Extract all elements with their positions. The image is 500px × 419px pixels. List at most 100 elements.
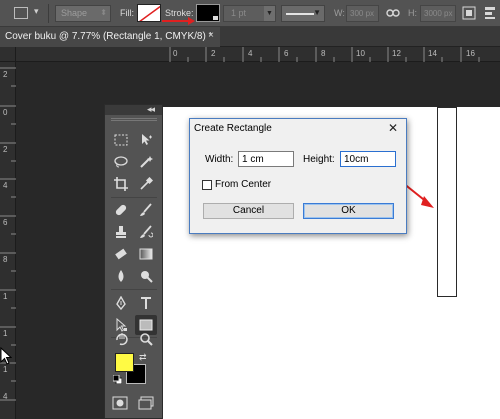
link-icon[interactable] [386,7,400,19]
document-tab[interactable]: Cover buku @ 7.77% (Rectangle 1, CMYK/8)… [0,27,220,47]
tool-preset-picker[interactable]: ▾ [14,6,44,22]
dodge-icon [141,271,153,283]
close-icon[interactable]: × [208,30,214,41]
ruler-origin[interactable] [0,47,16,62]
move-tool[interactable] [135,130,157,150]
lasso-tool[interactable] [110,152,132,172]
create-rectangle-dialog: Create Rectangle ✕ Width: 1 cm Height: 1… [189,118,407,234]
rectangle-tool-icon [14,7,28,19]
document-tab-title: Cover buku @ 7.77% (Rectangle 1, CMYK/8)… [5,31,213,42]
brush-icon [140,203,152,216]
eyedropper-icon [140,177,153,190]
divider [111,197,157,198]
history-brush-icon [140,225,153,238]
quick-mask-icon [112,396,128,410]
tools-panel-header[interactable]: ◂◂ [105,104,162,115]
path-operations-icon[interactable] [462,6,476,20]
healing-brush-tool[interactable] [110,200,132,220]
document-tab-bar: Cover buku @ 7.77% (Rectangle 1, CMYK/8)… [0,27,500,47]
rotate-view-icon [116,333,128,346]
chevron-down-icon: ▾ [34,6,39,16]
path-alignment-icon[interactable] [484,6,496,20]
no-fill-icon [139,5,160,21]
zoom-tool[interactable] [135,329,157,349]
dialog-title: Create Rectangle [194,123,272,134]
marquee-icon [114,134,128,146]
photoshop-window: ▾ Shape ⬍ Fill: Stroke: 1 pt ▼ ▼ W: 300 … [0,0,500,419]
zoom-icon [140,333,153,346]
width-label: Width: [205,154,234,165]
quick-mask-button[interactable] [109,393,131,413]
ok-button-label: OK [341,205,356,216]
from-center-label[interactable]: From Center [215,179,271,190]
quick-selection-tool[interactable] [135,152,157,172]
crop-icon [114,177,128,191]
stroke-swatch[interactable] [196,4,220,22]
gradient-tool[interactable] [135,244,157,264]
width-input[interactable]: 1 cm [238,151,294,167]
pen-icon [116,296,126,310]
vertical-ruler[interactable]: 2 0 2 4 6 8 1 1 1 4 [0,62,16,419]
horizontal-ruler[interactable]: 0 2 4 6 8 10 12 14 16 [16,47,500,62]
cancel-button-label: Cancel [232,205,265,216]
width-field[interactable]: 300 px [346,5,379,22]
stroke-label: Stroke: [165,8,194,18]
collapse-icon[interactable]: ◂◂ [147,104,155,115]
foreground-color-swatch[interactable] [115,353,134,372]
panel-grip[interactable] [111,118,157,121]
height-label: Height: [303,154,335,165]
screen-mode-icon [138,396,154,410]
cancel-button[interactable]: Cancel [203,203,294,219]
height-input-value: 10cm [344,154,369,165]
eyedropper-tool[interactable] [135,174,157,194]
chevron-down-icon: ▼ [313,8,321,17]
history-brush-tool[interactable] [135,222,157,242]
blur-tool[interactable] [110,266,132,286]
default-colors-icon[interactable] [113,375,122,384]
magic-wand-icon [140,156,153,168]
dodge-tool[interactable] [135,266,157,286]
eraser-icon [115,248,127,260]
swatch-menu-icon [213,16,218,20]
pen-tool[interactable] [110,293,132,313]
eraser-tool[interactable] [110,244,132,264]
ok-button[interactable]: OK [303,203,394,219]
screen-mode-button[interactable] [135,393,157,413]
brush-tool[interactable] [135,200,157,220]
swap-colors-icon[interactable]: ⇄ [139,352,147,363]
chevron-down-icon: ▼ [264,6,275,21]
divider [48,4,49,23]
updown-arrow-icon: ⬍ [100,8,107,17]
divider [111,289,157,290]
marquee-tool[interactable] [110,130,132,150]
width-label: W: [334,8,345,18]
drop-icon [118,270,124,282]
width-input-value: 1 cm [242,154,264,165]
close-icon[interactable]: ✕ [388,121,398,135]
lasso-icon [114,156,128,168]
bandage-icon [115,204,127,216]
options-bar: ▾ Shape ⬍ Fill: Stroke: 1 pt ▼ ▼ W: 300 … [0,0,500,27]
height-field[interactable]: 3000 px [420,5,456,22]
stamp-icon [116,226,126,238]
ruler-ticks [169,47,480,62]
rectangle-shape[interactable] [437,107,457,297]
type-tool[interactable] [135,293,157,313]
height-value: 3000 px [424,9,453,18]
fill-label: Fill: [120,8,134,18]
from-center-checkbox[interactable] [202,180,212,190]
stroke-width-field[interactable]: 1 pt ▼ [223,5,276,22]
shape-mode-select[interactable]: Shape ⬍ [55,5,111,22]
type-icon [141,297,151,309]
solid-line-icon [286,13,314,15]
shape-mode-value: Shape [61,8,88,18]
stroke-type-select[interactable]: ▼ [281,5,325,22]
width-value: 300 px [350,9,375,18]
fill-swatch[interactable] [137,4,161,22]
hand-tool[interactable] [110,329,132,349]
height-input[interactable]: 10cm [340,151,396,167]
move-icon [142,134,152,145]
tools-panel: ◂◂ ⇄ [104,104,163,419]
clone-stamp-tool[interactable] [110,222,132,242]
crop-tool[interactable] [110,174,132,194]
